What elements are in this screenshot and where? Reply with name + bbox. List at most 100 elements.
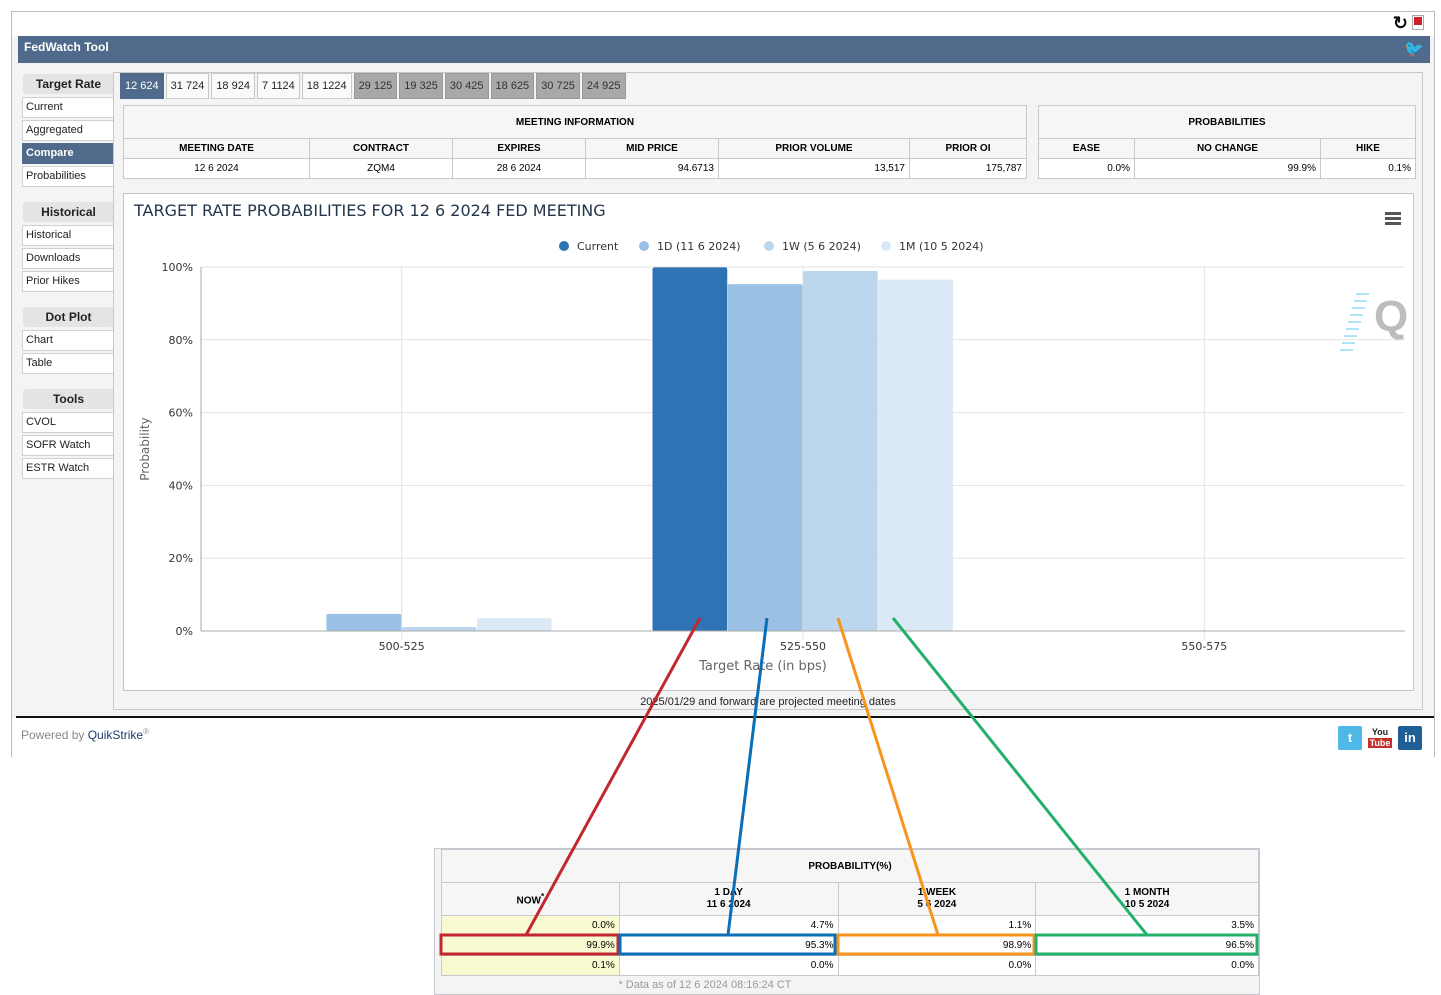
legend-marker: [764, 241, 774, 251]
main-panel: 12 624 31 724 18 924 7 1124 18 1224 29 125 19 …: [113, 72, 1423, 710]
sidebar-item-estr-watch[interactable]: ESTR Watch: [22, 458, 114, 479]
sidebar-item-aggregated[interactable]: Aggregated: [22, 120, 114, 141]
expires-value: 28 6 2024: [452, 158, 586, 179]
prob-cell: 95.3%: [618, 935, 839, 956]
sidebar-heading[interactable]: Historical: [23, 202, 114, 222]
meeting-tab[interactable]: 30 425: [444, 73, 489, 99]
y-tick-label: 100%: [162, 261, 193, 274]
legend-marker: [559, 241, 569, 251]
bar-1d-500-525: [326, 613, 402, 631]
ease-value: 0.0%: [1038, 158, 1135, 179]
table-row: 0.0% 4.7% 1.1% 3.5%: [441, 915, 1259, 936]
youtube-bottom: Tube: [1368, 738, 1392, 748]
now-label: NOW: [516, 895, 541, 907]
y-tick-label: 40%: [169, 479, 193, 492]
linkedin-icon[interactable]: in: [1398, 726, 1422, 750]
twitter-icon[interactable]: 🐦: [1404, 39, 1424, 61]
sidebar-item-historical[interactable]: Historical: [22, 225, 114, 246]
col-header: EXPIRES: [452, 138, 586, 159]
prob-cell: 0.0%: [441, 915, 620, 936]
meeting-tab[interactable]: 18 1224: [301, 73, 352, 99]
col-header-1week: 1 WEEK 5 6 2024: [837, 882, 1037, 916]
legend-item: 1D (11 6 2024): [657, 240, 741, 253]
quikstrike-link[interactable]: QuikStrike: [88, 728, 143, 742]
col-header: MEETING DATE: [123, 138, 310, 159]
col-header-now: NOW*: [441, 882, 620, 916]
table-row: 0.1% 0.0% 0.0% 0.0%: [441, 955, 1259, 976]
prob-cell: 4.7%: [618, 915, 839, 936]
col-header: NO CHANGE: [1134, 138, 1321, 159]
x-tick-label: 550-575: [1181, 640, 1227, 653]
meeting-tab[interactable]: 7 1124: [256, 73, 300, 99]
no-change-value: 99.9%: [1134, 158, 1321, 179]
legend-item: Current: [577, 240, 619, 253]
chart-container: TARGET RATE PROBABILITIES FOR 12 6 2024 …: [123, 193, 1414, 691]
bar-1m-500-525: [476, 618, 552, 631]
pdf-icon[interactable]: [1412, 15, 1424, 30]
col-header-1month: 1 MONTH 10 5 2024: [1035, 882, 1259, 916]
prob-cell: 1.1%: [837, 915, 1037, 936]
meeting-tab[interactable]: 18 924: [211, 73, 255, 99]
sidebar-item-sofr-watch[interactable]: SOFR Watch: [22, 435, 114, 456]
probability-comparison-table: PROBABILITY(%) NOW* 1 DAY 11 6 2024 1 WEE…: [441, 849, 1259, 976]
col-label: 1 MONTH: [1124, 887, 1170, 898]
sidebar-item-probabilities[interactable]: Probabilities: [22, 166, 114, 187]
prob-cell: 3.5%: [1035, 915, 1259, 936]
app-title: FedWatch Tool: [24, 40, 109, 54]
youtube-icon[interactable]: You Tube: [1368, 726, 1392, 750]
refresh-icon[interactable]: ↻: [1393, 14, 1408, 32]
sidebar-item-cvol[interactable]: CVOL: [22, 412, 114, 433]
y-tick-label: 20%: [169, 552, 193, 565]
bar-1w-525-550: [803, 271, 878, 631]
col-date: 11 6 2024: [706, 899, 751, 910]
col-label: 1 WEEK: [917, 887, 957, 898]
x-axis-title: Target Rate (in bps): [698, 659, 827, 674]
top-toolbar: ↻: [12, 12, 1434, 36]
col-header: MID PRICE: [585, 138, 719, 159]
x-tick-label: 525-550: [780, 640, 826, 653]
fedwatch-window: ↻ FedWatch Tool 🐦 Target Rate Current Aggr…: [11, 11, 1435, 758]
y-tick-label: 0%: [176, 625, 193, 638]
meeting-tab[interactable]: 19 325: [399, 73, 443, 99]
prior-volume-value: 13,517: [718, 158, 910, 179]
sidebar-item-downloads[interactable]: Downloads: [22, 248, 114, 269]
sidebar-heading[interactable]: Tools: [23, 389, 114, 409]
powered-by: Powered by QuikStrike®: [21, 727, 149, 742]
sidebar-item-current[interactable]: Current: [22, 97, 114, 118]
sidebar-heading[interactable]: Dot Plot: [23, 307, 114, 327]
meeting-tab[interactable]: 30 725: [536, 73, 580, 99]
sidebar-item-prior-hikes[interactable]: Prior Hikes: [22, 271, 114, 292]
probability-comparison-panel: PROBABILITY(%) NOW* 1 DAY 11 6 2024 1 WEE…: [434, 848, 1260, 995]
meeting-tab[interactable]: 18 625: [490, 73, 535, 99]
y-axis-title: Probability: [138, 417, 152, 480]
sidebar-item-compare[interactable]: Compare: [22, 143, 114, 164]
twitter-icon[interactable]: t: [1338, 726, 1362, 750]
prob-table-caption: PROBABILITY(%): [441, 849, 1259, 883]
powered-prefix: Powered by: [21, 728, 88, 742]
meeting-tab[interactable]: 24 925: [581, 73, 626, 99]
bar-current-525-550: [652, 267, 728, 631]
meeting-tab[interactable]: 29 125: [353, 73, 398, 99]
legend-marker: [881, 241, 891, 251]
contract-value: ZQM4: [309, 158, 453, 179]
sidebar: Target Rate Current Aggregated Compare Proba…: [22, 72, 114, 481]
sidebar-item-table[interactable]: Table: [22, 353, 114, 374]
meeting-tab[interactable]: 31 724: [165, 73, 210, 99]
x-tick-label: 500-525: [379, 640, 425, 653]
sidebar-item-chart[interactable]: Chart: [22, 330, 114, 351]
sidebar-heading[interactable]: Target Rate: [23, 74, 114, 94]
youtube-top: You: [1371, 727, 1389, 737]
col-header: PRIOR VOLUME: [718, 138, 910, 159]
legend-marker: [639, 241, 649, 251]
probabilities-table: PROBABILITIES EASE NO CHANGE HIKE 0.0% 9…: [1038, 105, 1416, 179]
meeting-date-value: 12 6 2024: [123, 158, 310, 179]
projected-dates-note: 2025/01/29 and forward are projected mee…: [640, 696, 896, 708]
probabilities-caption: PROBABILITIES: [1038, 105, 1416, 139]
social-links: t You Tube in: [1338, 726, 1422, 750]
meeting-tab[interactable]: 12 624: [120, 73, 164, 99]
col-date: 5 6 2024: [917, 899, 957, 910]
meeting-info-caption: MEETING INFORMATION: [123, 105, 1027, 139]
